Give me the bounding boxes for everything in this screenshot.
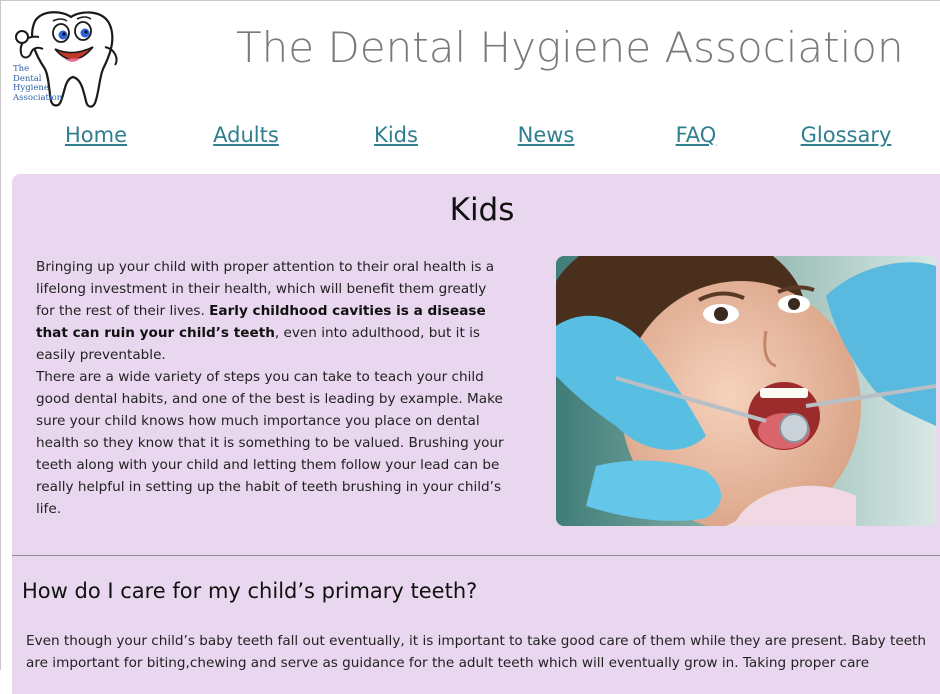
section-heading: How do I care for my child’s primary tee… <box>22 579 478 603</box>
main-nav: Home Adults Kids News FAQ Glossary <box>1 123 940 155</box>
nav-news[interactable]: News <box>518 123 575 147</box>
logo-text-line: Association <box>13 92 63 103</box>
section-divider <box>12 555 940 556</box>
intro-text: Bringing up your child with proper atten… <box>36 256 506 520</box>
nav-adults[interactable]: Adults <box>213 123 279 147</box>
logo-text: The Dental Hygiene Association <box>13 64 83 103</box>
site-title: The Dental Hygiene Association <box>236 23 904 72</box>
photo-illustration <box>556 256 936 526</box>
nav-home[interactable]: Home <box>65 123 127 147</box>
page-title: Kids <box>449 192 515 228</box>
site-logo[interactable]: The Dental Hygiene Association <box>9 7 121 113</box>
intro-paragraph: Bringing up your child with proper atten… <box>36 256 506 366</box>
nav-glossary[interactable]: Glossary <box>801 123 892 147</box>
intro-paragraph-2: There are a wide variety of steps you ca… <box>36 369 504 517</box>
nav-kids[interactable]: Kids <box>374 123 418 147</box>
section-text: Even though your child’s baby teeth fall… <box>26 633 927 671</box>
child-dental-exam-photo <box>556 256 936 526</box>
nav-faq[interactable]: FAQ <box>676 123 717 147</box>
content-panel: Kids Bringing up your child with proper … <box>12 174 940 694</box>
